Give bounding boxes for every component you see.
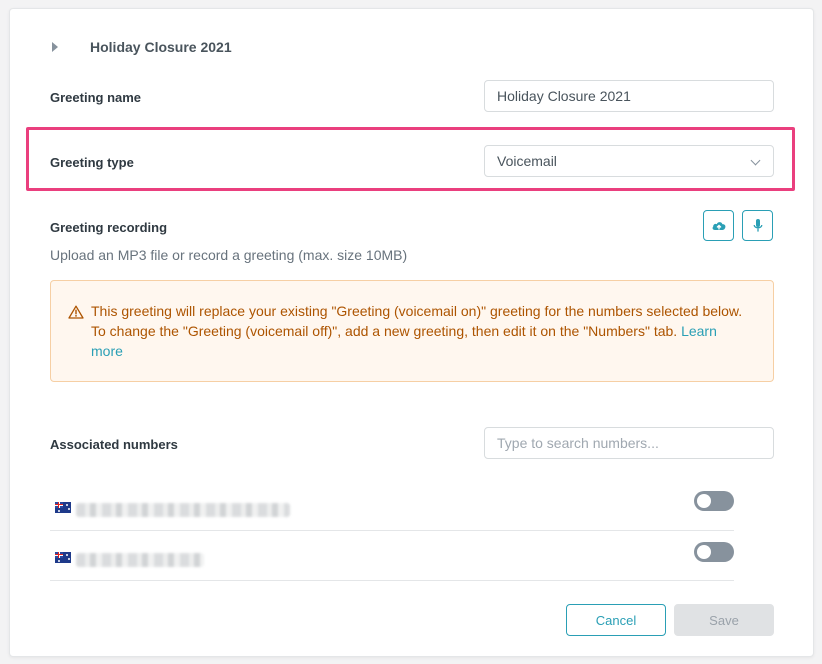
number-toggle[interactable] [694, 491, 734, 511]
microphone-icon [753, 218, 762, 232]
cloud-upload-icon [712, 221, 725, 230]
chevron-down-icon [750, 155, 761, 166]
greeting-name-label: Greeting name [50, 90, 142, 105]
greeting-header-title: Holiday Closure 2021 [90, 39, 232, 55]
warning-message: This greeting will replace your existing… [91, 301, 751, 361]
greeting-name-input[interactable]: Holiday Closure 2021 [484, 80, 774, 112]
cancel-button[interactable]: Cancel [566, 604, 666, 636]
row-divider [50, 580, 734, 581]
number-toggle[interactable] [694, 542, 734, 562]
australia-flag-icon [55, 552, 71, 563]
toggle-knob [697, 545, 711, 559]
voicemail-warning-alert: This greeting will replace your existing… [50, 280, 774, 382]
associated-numbers-label: Associated numbers [50, 437, 178, 452]
record-greeting-button[interactable] [742, 210, 773, 241]
greeting-type-value: Voicemail [497, 153, 557, 169]
greeting-editor-panel: Holiday Closure 2021 Greeting name Holid… [9, 8, 814, 657]
australia-flag-icon [55, 502, 71, 513]
greeting-header[interactable]: Holiday Closure 2021 [52, 37, 232, 57]
upload-greeting-button[interactable] [703, 210, 734, 241]
greeting-recording-help: Upload an MP3 file or record a greeting … [50, 247, 408, 263]
save-button[interactable]: Save [674, 604, 774, 636]
row-divider [50, 530, 734, 531]
redacted-phone-number [76, 503, 290, 517]
greeting-recording-label: Greeting recording [50, 220, 168, 235]
redacted-phone-number [76, 553, 204, 567]
warning-icon [68, 305, 84, 319]
number-search-input[interactable]: Type to search numbers... [484, 427, 774, 459]
expand-caret-icon[interactable] [52, 42, 58, 52]
toggle-knob [697, 494, 711, 508]
greeting-type-select[interactable]: Voicemail [484, 145, 774, 177]
warning-message-text: This greeting will replace your existing… [91, 303, 743, 339]
greeting-type-label: Greeting type [50, 155, 134, 170]
